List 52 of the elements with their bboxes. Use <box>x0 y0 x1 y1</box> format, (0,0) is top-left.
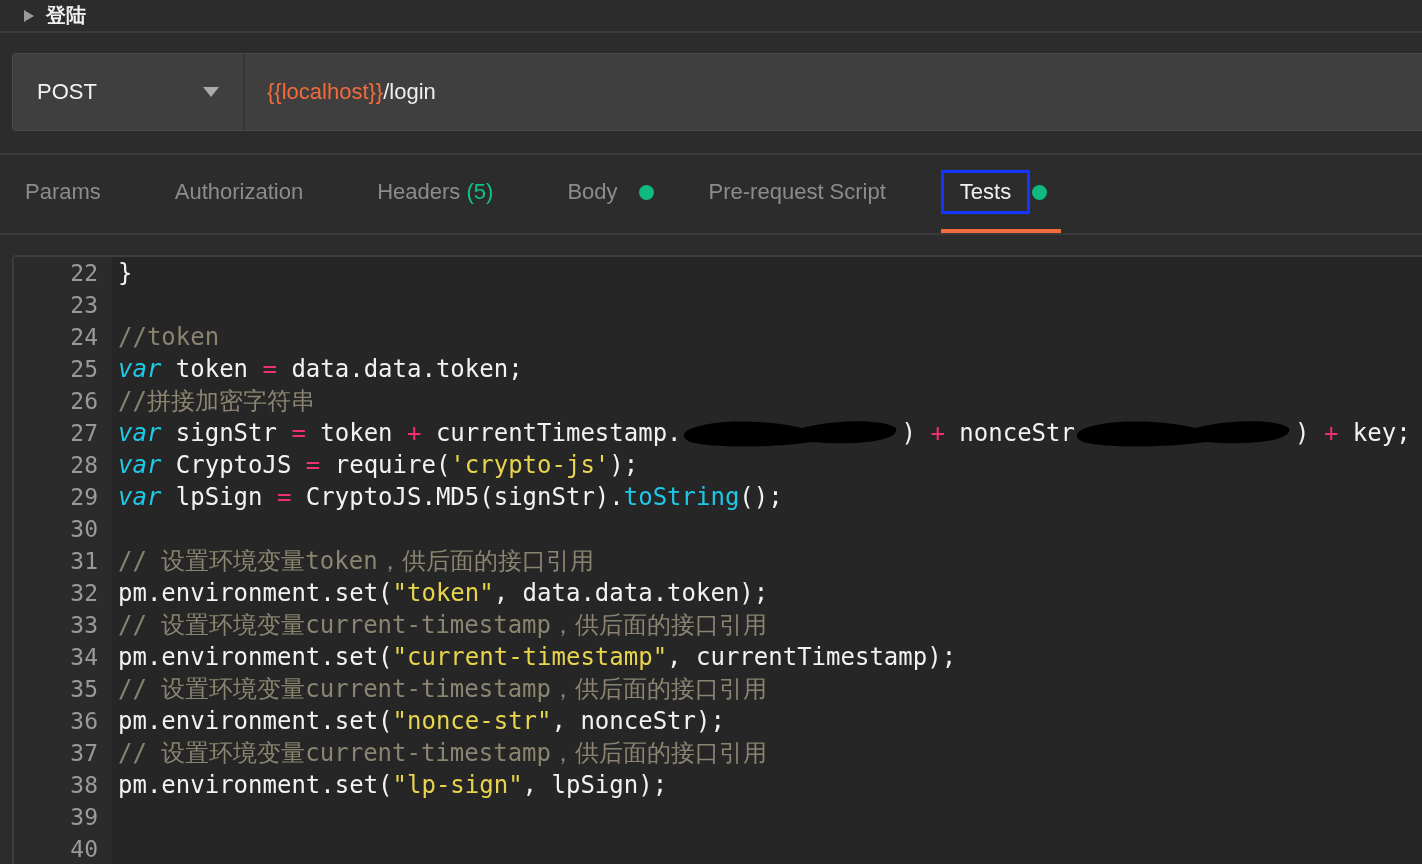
line-number: 22 <box>70 259 98 288</box>
line-number: 31 <box>70 547 98 576</box>
highlight-frame: Tests <box>940 170 1031 214</box>
collapse-triangle-icon[interactable] <box>24 9 34 22</box>
line-number: 33 <box>70 611 98 640</box>
code-line: var CryptoJS = require('crypto-js'); <box>118 449 639 481</box>
code-line: pm.environment.set("lp-sign", lpSign); <box>118 769 668 801</box>
code-editor[interactable] <box>12 255 1422 864</box>
line-number: 35 <box>70 675 98 704</box>
code-line: // 设置环境变量current-timestamp，供后面的接口引用 <box>118 609 767 641</box>
line-number: 28 <box>70 451 98 480</box>
tab[interactable]: Headers (5) <box>358 155 527 233</box>
line-number: 32 <box>70 579 98 608</box>
tab[interactable]: Tests <box>940 155 1062 233</box>
line-number: 37 <box>70 739 98 768</box>
tab[interactable]: Params <box>6 155 134 233</box>
tab-label: Headers (5) <box>376 178 495 206</box>
tab-label: Body <box>566 178 619 206</box>
code-line: //token <box>118 321 220 353</box>
line-number: 39 <box>70 803 98 832</box>
line-number: 27 <box>70 419 98 448</box>
code-line: //拼接加密字符串 <box>118 385 315 417</box>
line-number: 29 <box>70 483 98 512</box>
url-field[interactable]: {{localhost}}/login <box>245 54 1422 130</box>
code-line: var token = data.data.token; <box>118 353 523 385</box>
line-number: 34 <box>70 643 98 672</box>
tab[interactable]: Body <box>548 155 668 233</box>
code-line: // 设置环境变量current-timestamp，供后面的接口引用 <box>118 737 767 769</box>
code-line: pm.environment.set("token", data.data.token); <box>118 577 769 609</box>
tab[interactable]: Pre-request Script <box>689 155 919 233</box>
tab-label: Params <box>24 178 102 206</box>
line-number: 23 <box>70 291 98 320</box>
caret-icon <box>203 87 219 97</box>
method-dropdown[interactable]: POST <box>13 54 245 130</box>
code-line: pm.environment.set("current-timestamp", currentTimestamp); <box>118 641 957 673</box>
line-number: 30 <box>70 515 98 544</box>
line-number: 40 <box>70 835 98 864</box>
code-line: var lpSign = CryptoJS.MD5(signStr).toString(); <box>118 481 783 513</box>
line-number: 24 <box>70 323 98 352</box>
line-number: 26 <box>70 387 98 416</box>
line-number: 38 <box>70 771 98 800</box>
line-number: 25 <box>70 355 98 384</box>
code-line: pm.environment.set("nonce-str", nonceStr); <box>118 705 725 737</box>
request-title: 登陆 <box>46 3 86 28</box>
tab-label: Pre-request Script <box>707 178 887 206</box>
tab[interactable]: Authorization <box>155 155 337 233</box>
tab-label: Authorization <box>173 178 305 206</box>
line-number: 36 <box>70 707 98 736</box>
code-line: var signStr = token + currentTimestamp. ) + nonceStr ) + key; <box>118 415 1411 450</box>
code-line: // 设置环境变量token，供后面的接口引用 <box>118 545 594 577</box>
code-line: // 设置环境变量current-timestamp，供后面的接口引用 <box>118 673 767 705</box>
code-line: } <box>118 258 133 289</box>
